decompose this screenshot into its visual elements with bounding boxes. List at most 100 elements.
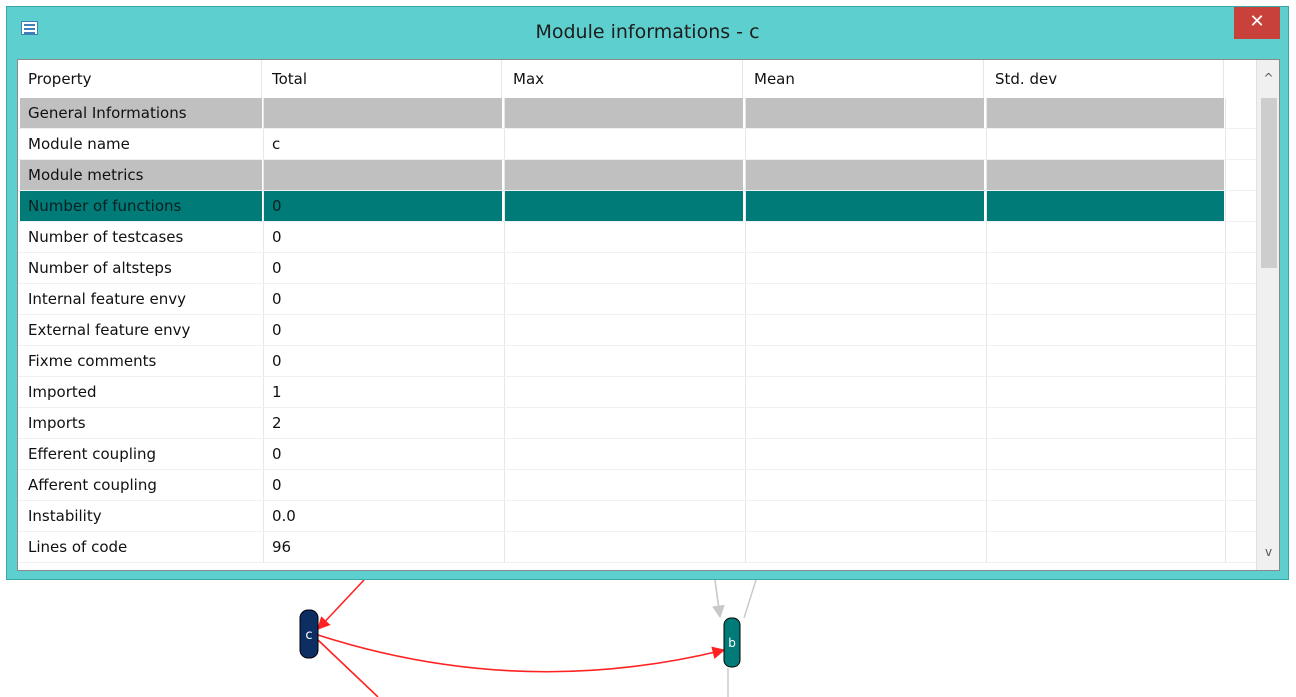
table-row[interactable]: Module name c [18,129,1258,160]
column-divider [745,315,746,346]
column-divider [263,408,264,439]
column-divider [263,253,264,284]
graph-node-c[interactable]: c [299,609,319,659]
scroll-down-arrow-icon[interactable]: v [1257,534,1279,570]
edge-c-to-b [317,634,726,673]
table-cell [505,129,743,159]
table-cell: Module name [28,135,130,153]
graph-node-b[interactable]: b [723,617,741,668]
table-cell [746,377,984,407]
table-row[interactable]: Number of functions 0 [18,191,1258,222]
table-cell [746,222,984,252]
column-divider [986,315,987,346]
column-divider [986,346,987,377]
column-divider [986,191,987,222]
table-cell: Number of altsteps [28,259,172,277]
column-divider [263,284,264,315]
table-cell [505,315,743,345]
table-row[interactable]: Instability 0.0 [18,501,1258,532]
column-header-std-dev[interactable]: Std. dev [987,60,1224,98]
table-cell [987,253,1224,283]
column-divider [504,98,505,129]
column-divider [1225,501,1226,532]
close-button[interactable]: ✕ [1234,7,1280,39]
column-divider [504,470,505,501]
table-cell [505,408,743,438]
table-row[interactable]: Number of testcases 0 [18,222,1258,253]
table-cell [505,346,743,376]
table-cell [505,532,743,562]
table-row[interactable]: Imports 2 [18,408,1258,439]
column-header-mean[interactable]: Mean [746,60,984,98]
column-divider [986,284,987,315]
column-divider [986,377,987,408]
table-row[interactable]: Number of altsteps 0 [18,253,1258,284]
table-cell: 0 [272,476,282,494]
table-row[interactable]: Imported 1 [18,377,1258,408]
table-cell [987,129,1224,159]
table-cell: Number of testcases [28,228,184,246]
table-cell: 0 [272,321,282,339]
column-divider [1225,346,1226,377]
column-divider [986,501,987,532]
table-cell [264,98,502,128]
column-divider [1225,160,1226,191]
table-cell: Module metrics [20,160,262,190]
column-divider [1225,470,1226,501]
column-header-max[interactable]: Max [505,60,743,98]
table-cell [505,470,743,500]
table-cell [505,501,743,531]
column-divider [986,439,987,470]
column-divider [745,284,746,315]
table-body: General Informations Module name c Module m… [18,98,1258,563]
scrollbar-thumb[interactable] [1261,98,1277,268]
column-divider [986,160,987,191]
column-divider [745,253,746,284]
table-row[interactable]: Internal feature envy 0 [18,284,1258,315]
table-cell: External feature envy [28,321,191,339]
table-cell [505,253,743,283]
table-cell: Instability [28,507,102,525]
graph-node-b-label: b [728,636,736,650]
table-cell: 1 [272,383,282,401]
column-header-total[interactable]: Total [264,60,502,98]
close-icon: ✕ [1249,11,1265,32]
table-cell: Fixme comments [28,352,157,370]
table-cell [746,439,984,469]
column-divider [263,222,264,253]
graph-node-c-label: c [305,628,312,643]
table-cell [505,191,743,221]
table-row[interactable]: Afferent coupling 0 [18,470,1258,501]
column-divider [745,98,746,129]
vertical-scrollbar[interactable]: ^ v [1256,60,1279,570]
table-cell [987,470,1224,500]
table-row[interactable]: Module metrics [18,160,1258,191]
column-divider [745,532,746,563]
column-divider [1225,98,1226,129]
metrics-table[interactable]: Property Total Max Mean Std. dev General… [17,59,1280,571]
column-divider [263,160,264,191]
column-divider [986,98,987,129]
scroll-up-arrow-icon[interactable]: ^ [1257,60,1279,96]
column-divider [504,377,505,408]
table-cell [505,222,743,252]
table-row[interactable]: Lines of code 96 [18,532,1258,563]
table-cell [746,315,984,345]
table-cell [505,377,743,407]
column-header-property[interactable]: Property [20,60,262,98]
table-row[interactable]: General Informations [18,98,1258,129]
table-cell: Afferent coupling [28,476,157,494]
table-row[interactable]: Efferent coupling 0 [18,439,1258,470]
column-divider [504,315,505,346]
column-divider [1225,129,1226,160]
table-cell [746,98,984,128]
table-row[interactable]: External feature envy 0 [18,315,1258,346]
table-cell [746,284,984,314]
column-divider [1225,439,1226,470]
table-row[interactable]: Fixme comments 0 [18,346,1258,377]
column-divider [745,191,746,222]
column-divider [504,191,505,222]
module-info-window: Module informations - c ✕ Property Total… [6,6,1289,580]
table-cell: Lines of code [28,538,128,556]
title-bar[interactable]: Module informations - c ✕ [7,7,1288,59]
